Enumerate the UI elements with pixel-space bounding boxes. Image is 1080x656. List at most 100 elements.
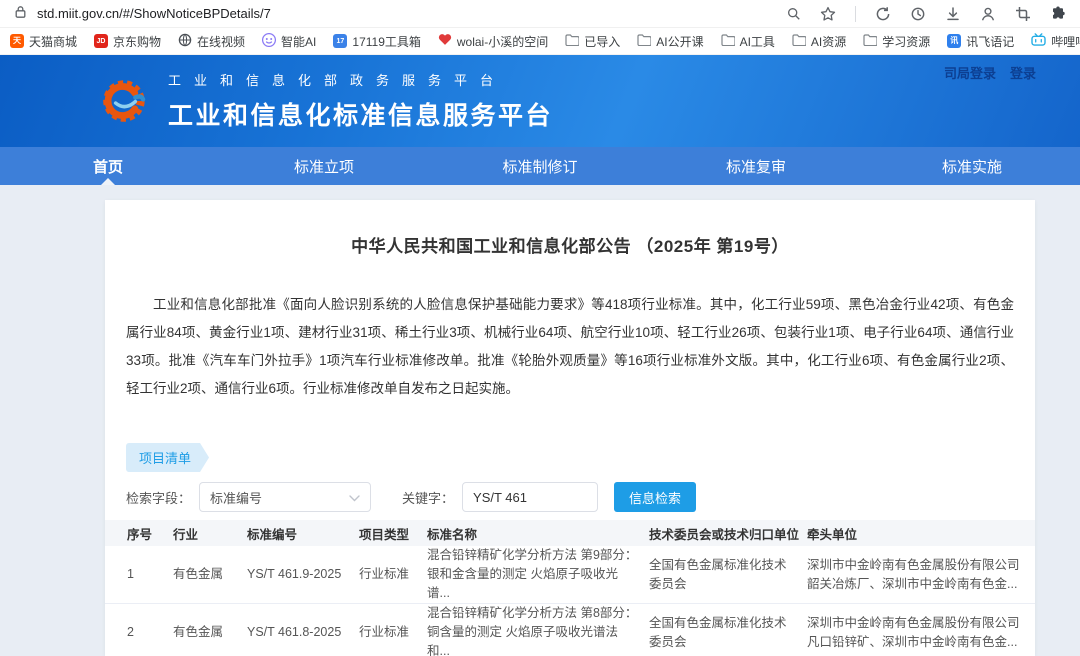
cell-industry: 有色金属 <box>173 603 247 656</box>
nav-item-home[interactable]: 首页 <box>0 147 216 185</box>
cell-type: 行业标准 <box>359 546 427 604</box>
search-field-select[interactable]: 标准编号 <box>199 482 372 512</box>
bookmark-bilibili[interactable]: 哔哩哔哩 ( '- ')つ... <box>1031 33 1080 50</box>
keyword-input[interactable] <box>462 482 599 512</box>
col-header-industry: 行业 <box>173 520 247 546</box>
bookmark-jingdong[interactable]: JD 京东购物 <box>94 33 161 50</box>
cell-code: YS/T 461.9-2025 <box>247 546 359 604</box>
cell-lead-unit: 深圳市中金岭南有色金属股份有限公司韶关冶炼厂、深圳市中金岭南有色金... <box>807 546 1035 604</box>
search-field-selected-value: 标准编号 <box>210 490 263 506</box>
cell-name[interactable]: 混合铅锌精矿化学分析方法 第9部分：银和金含量的测定 火焰原子吸收光谱... <box>427 546 649 604</box>
results-table: 序号 行业 标准编号 项目类型 标准名称 技术委员会或技术归口单位 牵头单位 1… <box>105 520 1035 656</box>
nav-item-standard-implementation[interactable]: 标准实施 <box>864 147 1080 185</box>
col-header-lead-unit: 牵头单位 <box>807 520 1035 546</box>
notice-title: 中华人民共和国工业和信息化部公告 （2025年 第19号） <box>351 237 789 256</box>
site-title: 工业和信息化标准信息服务平台 <box>168 102 554 130</box>
search-button[interactable]: 信息检索 <box>614 482 697 512</box>
heart-icon <box>438 33 452 49</box>
folder-icon <box>720 33 736 49</box>
bookmark-folder-imported[interactable]: 已导入 <box>565 33 620 50</box>
jd-icon: JD <box>94 34 109 48</box>
bureau-login-link[interactable]: 司局登录 <box>944 63 996 82</box>
search-row: 检索字段： 标准编号 关键字： 信息检索 <box>126 482 1035 512</box>
bookmark-label: AI资源 <box>810 34 847 49</box>
bookmark-tianmao[interactable]: 天 天猫商城 <box>10 33 77 50</box>
main-nav: 首页 标准立项 标准制修订 标准复审 标准实施 <box>0 147 1080 185</box>
crop-icon[interactable] <box>1015 6 1031 22</box>
bilibili-icon <box>1031 33 1046 49</box>
history-icon[interactable] <box>910 6 926 22</box>
page-background: 中华人民共和国工业和信息化部公告 （2025年 第19号） 工业和信息化部批准《… <box>0 185 1080 656</box>
cell-committee: 全国有色金属标准化技术委员会 <box>649 603 807 656</box>
bookmark-label: 学习资源 <box>882 34 931 49</box>
tab-project-list[interactable]: 项目清单 <box>126 443 209 472</box>
cell-seq: 2 <box>105 603 173 656</box>
tmall-icon: 天 <box>10 34 24 48</box>
lock-icon[interactable] <box>14 5 27 22</box>
nav-item-standard-revision[interactable]: 标准制修订 <box>432 147 648 185</box>
bookmark-star-icon[interactable] <box>820 6 836 22</box>
notice-card: 中华人民共和国工业和信息化部公告 （2025年 第19号） 工业和信息化部批准《… <box>105 200 1035 656</box>
toolbar-divider <box>855 5 856 22</box>
bookmark-label: 在线视频 <box>197 34 246 49</box>
login-link[interactable]: 登录 <box>1010 63 1036 82</box>
cell-committee: 全国有色金属标准化技术委员会 <box>649 546 807 604</box>
profile-icon[interactable] <box>980 6 996 22</box>
ministry-platform-subtitle: 工业和信息化部政务服务平台 <box>168 73 507 88</box>
cell-industry: 有色金属 <box>173 546 247 604</box>
zoom-search-icon[interactable] <box>787 7 801 21</box>
bookmark-label: 17119工具箱 <box>352 34 421 49</box>
col-header-seq: 序号 <box>105 520 173 546</box>
bookmark-folder-study[interactable]: 学习资源 <box>863 33 930 50</box>
bookmark-wolai[interactable]: wolai-小溪的空间 <box>438 33 548 50</box>
nav-item-standard-review[interactable]: 标准复审 <box>648 147 864 185</box>
reload-icon[interactable] <box>875 6 891 22</box>
folder-icon <box>565 33 580 49</box>
bookmark-label: 讯飞语记 <box>966 34 1015 49</box>
xunfei-icon: 讯 <box>947 34 962 48</box>
bookmark-label: 天猫商城 <box>29 34 78 49</box>
globe-icon <box>178 33 192 50</box>
bookmark-folder-ai-tools[interactable]: AI工具 <box>720 33 775 50</box>
bookmark-label: 已导入 <box>584 34 621 49</box>
bookmark-label: wolai-小溪的空间 <box>456 34 549 49</box>
table-row[interactable]: 2 有色金属 YS/T 461.8-2025 行业标准 混合铅锌精矿化学分析方法… <box>105 603 1035 656</box>
toolbox-icon: 17 <box>333 34 348 48</box>
folder-icon <box>792 33 807 49</box>
bookmark-folder-ai-course[interactable]: AI公开课 <box>637 33 704 50</box>
browser-url-bar: std.miit.gov.cn/#/ShowNoticeBPDetails/7 <box>0 0 1080 28</box>
smiley-icon <box>261 32 277 50</box>
bookmark-online-video[interactable]: 在线视频 <box>178 33 245 50</box>
site-header: 工业和信息化部政务服务平台 工业和信息化标准信息服务平台 司局登录 登录 <box>0 55 1080 147</box>
cell-name[interactable]: 混合铅锌精矿化学分析方法 第8部分：铜含量的测定 火焰原子吸收光谱法和... <box>427 603 649 656</box>
bookmark-xunfei[interactable]: 讯 讯飞语记 <box>947 33 1014 50</box>
cell-type: 行业标准 <box>359 603 427 656</box>
miit-logo-icon <box>98 73 154 129</box>
notice-body: 工业和信息化部批准《面向人脸识别系统的人脸信息保护基础能力要求》等418项行业标… <box>126 297 1014 396</box>
bookmark-label: 京东购物 <box>113 34 162 49</box>
table-row[interactable]: 1 有色金属 YS/T 461.9-2025 行业标准 混合铅锌精矿化学分析方法… <box>105 546 1035 604</box>
col-header-type: 项目类型 <box>359 520 427 546</box>
cell-lead-unit: 深圳市中金岭南有色金属股份有限公司凡口铅锌矿、深圳市中金岭南有色金... <box>807 603 1035 656</box>
keyword-label: 关键字： <box>402 490 455 506</box>
bookmark-toolbox[interactable]: 17 17119工具箱 <box>333 33 421 50</box>
bookmark-label: AI工具 <box>739 34 775 49</box>
table-header-row: 序号 行业 标准编号 项目类型 标准名称 技术委员会或技术归口单位 牵头单位 <box>105 520 1035 546</box>
bookmark-label: 哔哩哔哩 ( '- ')つ... <box>1051 34 1080 49</box>
bookmarks-bar: 天 天猫商城 JD 京东购物 在线视频 智能AI 17 17119工具箱 wol… <box>0 28 1080 55</box>
url-text[interactable]: std.miit.gov.cn/#/ShowNoticeBPDetails/7 <box>37 6 271 21</box>
nav-item-standard-proposal[interactable]: 标准立项 <box>216 147 432 185</box>
cell-code: YS/T 461.8-2025 <box>247 603 359 656</box>
folder-icon <box>637 33 652 49</box>
search-field-label: 检索字段： <box>126 490 192 506</box>
extension-puzzle-icon[interactable] <box>1050 6 1066 22</box>
bookmark-label: AI公开课 <box>656 34 704 49</box>
cell-seq: 1 <box>105 546 173 604</box>
download-icon[interactable] <box>945 6 961 22</box>
chevron-down-icon <box>349 490 360 505</box>
bookmark-label: 智能AI <box>281 34 317 49</box>
folder-icon <box>863 33 878 49</box>
col-header-committee: 技术委员会或技术归口单位 <box>649 520 807 546</box>
bookmark-folder-ai-res[interactable]: AI资源 <box>792 33 846 50</box>
bookmark-ai[interactable]: 智能AI <box>261 32 317 50</box>
